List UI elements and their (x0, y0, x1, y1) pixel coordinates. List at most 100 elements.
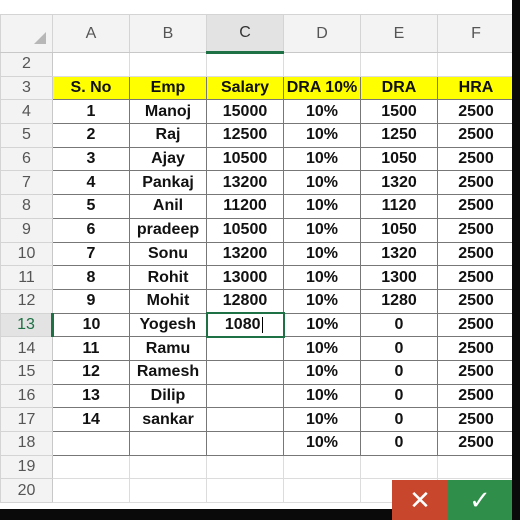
grid-cell[interactable]: 10% (283, 146, 361, 172)
grid-cell[interactable] (283, 52, 361, 77)
grid-cell[interactable]: 8 (52, 265, 130, 290)
grid-cell[interactable]: 9 (52, 288, 130, 314)
grid-cell[interactable]: 7 (52, 241, 130, 267)
grid-cell[interactable] (52, 52, 130, 77)
grid-cell[interactable] (206, 431, 284, 456)
grid-cell[interactable]: 0 (360, 312, 438, 338)
row-header[interactable]: 10 (0, 241, 53, 267)
row-header[interactable]: 17 (0, 407, 53, 432)
row-header[interactable]: 16 (0, 383, 53, 409)
grid-cell[interactable]: 13200 (206, 241, 284, 267)
select-all-corner[interactable] (0, 14, 53, 53)
grid-cell[interactable]: Yogesh (129, 312, 207, 338)
grid-cell[interactable]: 2500 (437, 194, 515, 219)
grid-cell[interactable]: Ajay (129, 146, 207, 172)
grid-cell[interactable]: Mohit (129, 288, 207, 314)
grid-cell[interactable]: 10% (283, 170, 361, 196)
grid-cell[interactable]: 1250 (360, 123, 438, 148)
grid-cell[interactable] (437, 52, 515, 77)
grid-cell[interactable]: Dilip (129, 383, 207, 409)
grid-cell[interactable] (52, 431, 130, 456)
column-header-e[interactable]: E (360, 14, 438, 53)
grid-cell[interactable] (129, 52, 207, 77)
grid-cell[interactable]: 10% (283, 359, 361, 385)
grid-cell[interactable]: 1320 (360, 241, 438, 267)
grid-cell[interactable]: 12500 (206, 123, 284, 148)
grid-cell[interactable]: 13 (52, 383, 130, 409)
grid-cell[interactable]: 6 (52, 217, 130, 243)
row-header[interactable]: 5 (0, 123, 53, 148)
grid-cell[interactable]: 2500 (437, 265, 515, 290)
grid-cell[interactable]: 11 (52, 336, 130, 361)
grid-cell[interactable]: sankar (129, 407, 207, 432)
grid-cell[interactable]: 12 (52, 359, 130, 385)
grid-cell[interactable]: 2500 (437, 312, 515, 338)
grid-cell[interactable]: 2500 (437, 359, 515, 385)
grid-cell[interactable]: 10% (283, 288, 361, 314)
grid-cell[interactable] (206, 52, 284, 77)
grid-cell[interactable]: Sonu (129, 241, 207, 267)
grid-cell[interactable]: 1 (52, 99, 130, 125)
row-header[interactable]: 6 (0, 146, 53, 172)
grid-cell[interactable]: 14 (52, 407, 130, 432)
grid-cell[interactable]: 0 (360, 383, 438, 409)
grid-cell[interactable]: 2500 (437, 336, 515, 361)
confirm-edit-button[interactable]: ✓ (448, 480, 512, 520)
row-header[interactable]: 7 (0, 170, 53, 196)
grid-cell[interactable]: Pankaj (129, 170, 207, 196)
grid-cell[interactable]: 2500 (437, 123, 515, 148)
column-header-d[interactable]: D (283, 14, 361, 53)
row-header[interactable]: 9 (0, 217, 53, 243)
grid-cell[interactable]: 12800 (206, 288, 284, 314)
grid-cell[interactable]: 10500 (206, 217, 284, 243)
grid-cell[interactable]: 2 (52, 123, 130, 148)
grid-cell[interactable]: 0 (360, 431, 438, 456)
grid-cell[interactable] (129, 478, 207, 504)
grid-cell[interactable]: 13200 (206, 170, 284, 196)
grid-cell[interactable]: 4 (52, 170, 130, 196)
column-header-a[interactable]: A (52, 14, 130, 53)
grid-cell[interactable] (360, 454, 438, 480)
grid-cell[interactable] (206, 478, 284, 504)
grid-cell[interactable]: pradeep (129, 217, 207, 243)
grid-cell[interactable]: Ramesh (129, 359, 207, 385)
grid-cell[interactable]: 2500 (437, 288, 515, 314)
grid-cell[interactable]: 11200 (206, 194, 284, 219)
grid-cell[interactable]: 10% (283, 336, 361, 361)
grid-cell[interactable]: 5 (52, 194, 130, 219)
grid-cell[interactable]: Ramu (129, 336, 207, 361)
grid-cell[interactable]: 3 (52, 146, 130, 172)
grid-cell[interactable] (206, 407, 284, 432)
grid-cell[interactable] (437, 454, 515, 480)
row-header[interactable]: 3 (0, 75, 53, 101)
active-cell[interactable]: 1080 (205, 312, 285, 338)
header-cell[interactable]: Emp (129, 75, 207, 101)
grid-cell[interactable]: 2500 (437, 217, 515, 243)
row-header[interactable]: 4 (0, 99, 53, 125)
column-header-b[interactable]: B (129, 14, 207, 53)
row-header[interactable]: 2 (0, 52, 53, 77)
row-header[interactable]: 19 (0, 454, 53, 480)
grid-cell[interactable]: Raj (129, 123, 207, 148)
grid-cell[interactable]: 10% (283, 217, 361, 243)
grid-cell[interactable] (206, 383, 284, 409)
grid-cell[interactable]: 10 (52, 312, 130, 338)
grid-cell[interactable] (206, 454, 284, 480)
grid-cell[interactable] (360, 52, 438, 77)
grid-cell[interactable]: Anil (129, 194, 207, 219)
grid-cell[interactable]: 1300 (360, 265, 438, 290)
row-header[interactable]: 15 (0, 359, 53, 385)
grid-cell[interactable]: 2500 (437, 146, 515, 172)
row-header[interactable]: 18 (0, 431, 53, 456)
grid-cell[interactable]: 10% (283, 407, 361, 432)
header-cell[interactable]: HRA (437, 75, 515, 101)
grid-cell[interactable]: 1320 (360, 170, 438, 196)
grid-cell[interactable]: 2500 (437, 407, 515, 432)
row-header[interactable]: 13 (0, 312, 54, 338)
grid-cell[interactable]: Rohit (129, 265, 207, 290)
grid-cell[interactable] (206, 336, 284, 361)
header-cell[interactable]: S. No (52, 75, 130, 101)
grid-cell[interactable] (52, 454, 130, 480)
grid-cell[interactable] (206, 359, 284, 385)
grid-cell[interactable]: 10% (283, 265, 361, 290)
